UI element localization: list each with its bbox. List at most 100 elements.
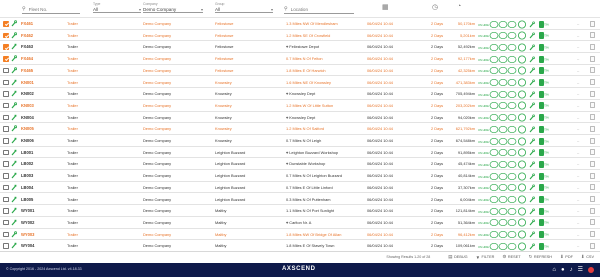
vehicle-name[interactable]: FX465 xyxy=(21,65,61,77)
vehicle-name[interactable]: KN001 xyxy=(21,77,61,89)
document-icon[interactable] xyxy=(590,231,595,238)
row-checkbox[interactable] xyxy=(3,149,9,156)
table-row[interactable]: FX462 Trailer Demo Company Felixstowe 1.2 Mi… xyxy=(0,30,600,42)
location-pin-icon[interactable] xyxy=(11,79,17,86)
location-pin-icon[interactable] xyxy=(11,114,17,121)
company-filter[interactable]: Company Demo Company ▾ xyxy=(143,2,203,16)
clock-icon[interactable]: ◷ xyxy=(432,3,438,11)
table-row[interactable]: WY004 Trailer Demo Company Maltby 1.8 Miles … xyxy=(0,240,600,251)
document-icon[interactable] xyxy=(590,160,595,167)
row-checkbox[interactable] xyxy=(3,21,9,27)
vehicle-name[interactable]: LB001 xyxy=(21,147,61,159)
document-icon[interactable] xyxy=(590,219,595,226)
document-icon[interactable] xyxy=(590,32,595,39)
vehicle-name[interactable]: KN004 xyxy=(21,112,61,124)
vehicle-name[interactable]: WY003 xyxy=(21,229,61,241)
document-icon[interactable] xyxy=(590,125,595,132)
document-icon[interactable] xyxy=(590,55,595,62)
vehicle-name[interactable]: KN006 xyxy=(21,135,61,147)
row-checkbox[interactable] xyxy=(3,138,9,144)
wrench-icon[interactable] xyxy=(11,102,18,109)
table-row[interactable]: FX463 Trailer Demo Company Felixstowe ⌖ Feli… xyxy=(0,41,600,54)
vehicle-name[interactable]: WY004 xyxy=(21,240,61,251)
table-row[interactable]: KN006 Trailer Demo Company Knowsley 0.7 Mile… xyxy=(0,135,600,147)
vehicle-name[interactable]: FX462 xyxy=(21,30,61,42)
vehicle-name[interactable]: LB003 xyxy=(21,170,61,182)
type-filter[interactable]: Type All ▾ xyxy=(93,2,141,16)
row-checkbox[interactable] xyxy=(3,56,9,62)
vehicle-name[interactable]: LB004 xyxy=(21,182,61,194)
document-icon[interactable] xyxy=(590,102,595,109)
table-row[interactable]: LB005 Trailer Demo Company Leighton Buzzard… xyxy=(0,194,600,206)
fleet-search-field[interactable]: ⚲ Fleet No. xyxy=(22,5,80,14)
table-row[interactable]: WY002 Trailer Demo Company Maltby ⌖ Carlton … xyxy=(0,217,600,229)
row-checkbox[interactable] xyxy=(3,114,9,121)
vehicle-name[interactable]: LB005 xyxy=(21,194,61,206)
csv-button[interactable]: ⬇ CSV xyxy=(581,254,594,260)
document-icon[interactable] xyxy=(590,90,595,97)
wrench-icon[interactable] xyxy=(11,67,18,74)
location-pin-icon[interactable] xyxy=(11,149,17,156)
row-checkbox[interactable] xyxy=(3,208,9,214)
table-row[interactable]: FX461 Trailer Demo Company Felixstowe 1.3 Mi… xyxy=(0,18,600,30)
debug-button[interactable]: ▤ DEBUG xyxy=(448,254,467,260)
group-filter[interactable]: Group All ▾ xyxy=(215,2,273,16)
document-icon[interactable] xyxy=(590,20,595,27)
location-pin-icon[interactable] xyxy=(11,207,17,214)
calendar-icon[interactable]: ▦ xyxy=(382,3,389,11)
row-checkbox[interactable] xyxy=(3,102,9,109)
location-pin-icon[interactable] xyxy=(11,219,17,226)
pdf-button[interactable]: ⬇ PDF xyxy=(560,254,573,260)
document-icon[interactable] xyxy=(590,43,595,50)
location-pin-icon[interactable] xyxy=(11,137,17,144)
row-checkbox[interactable] xyxy=(3,231,9,238)
vehicle-name[interactable]: KN003 xyxy=(21,100,61,112)
row-checkbox[interactable] xyxy=(3,219,9,226)
row-checkbox[interactable] xyxy=(3,44,9,50)
table-row[interactable]: FX464 Trailer Demo Company Felixstowe 0.7 Mi… xyxy=(0,53,600,65)
table-row[interactable]: LB003 Trailer Demo Company Leighton Buzzard… xyxy=(0,170,600,182)
location-pin-icon[interactable] xyxy=(11,43,17,50)
wrench-icon[interactable] xyxy=(11,31,18,39)
user-icon[interactable]: ● xyxy=(561,267,565,273)
wrench-icon[interactable] xyxy=(11,230,18,238)
location-pin-icon[interactable] xyxy=(11,160,17,167)
row-checkbox[interactable] xyxy=(3,126,9,132)
wrench-icon[interactable] xyxy=(11,55,18,62)
row-checkbox[interactable] xyxy=(3,196,9,202)
table-row[interactable]: KN003 Trailer Demo Company Knowsley 1.2 Mile… xyxy=(0,100,600,112)
row-checkbox[interactable] xyxy=(3,184,9,191)
table-row[interactable]: WY001 Trailer Demo Company Maltby 1.1 Miles … xyxy=(0,205,600,217)
location-pin-icon[interactable] xyxy=(11,196,17,203)
document-icon[interactable] xyxy=(590,207,595,214)
wrench-icon[interactable] xyxy=(11,125,18,132)
document-icon[interactable] xyxy=(590,242,595,249)
row-checkbox[interactable] xyxy=(3,32,9,39)
table-row[interactable]: FX465 Trailer Demo Company Felixstowe 1.8 Mi… xyxy=(0,65,600,77)
document-icon[interactable] xyxy=(590,196,595,202)
location-pin-icon[interactable] xyxy=(11,184,17,191)
row-checkbox[interactable] xyxy=(3,173,9,179)
table-row[interactable]: KN004 Trailer Demo Company Knowsley ⌖ Knowsl… xyxy=(0,112,600,124)
location-pin-icon[interactable] xyxy=(11,172,17,179)
row-checkbox[interactable] xyxy=(3,243,9,249)
table-row[interactable]: LB002 Trailer Demo Company Leighton Buzzard… xyxy=(0,158,600,171)
reset-button[interactable]: ⚙ RESET xyxy=(502,254,520,260)
table-row[interactable]: WY003 Trailer Demo Company Maltby 1.8 Miles … xyxy=(0,229,600,241)
vehicle-name[interactable]: KN005 xyxy=(21,123,61,135)
vehicle-name[interactable]: FX463 xyxy=(21,41,61,53)
document-icon[interactable] xyxy=(590,114,595,121)
table-row[interactable]: KN002 Trailer Demo Company Knowsley ⌖ Knowsl… xyxy=(0,88,600,100)
row-checkbox[interactable] xyxy=(3,79,9,85)
document-icon[interactable] xyxy=(590,184,595,191)
refresh-button[interactable]: ↻ REFRESH xyxy=(529,254,552,260)
vehicle-name[interactable]: KN002 xyxy=(21,88,61,100)
table-row[interactable]: KN001 Trailer Demo Company Knowsley 1.6 Mile… xyxy=(0,77,600,89)
wrench-icon[interactable] xyxy=(11,20,18,27)
document-icon[interactable] xyxy=(590,79,595,85)
document-icon[interactable] xyxy=(590,172,595,179)
home-icon[interactable]: ⌂ xyxy=(552,267,556,273)
bell-icon[interactable]: ♪ xyxy=(570,267,573,273)
notification-badge[interactable] xyxy=(588,266,594,273)
location-pin-icon[interactable] xyxy=(11,90,17,97)
